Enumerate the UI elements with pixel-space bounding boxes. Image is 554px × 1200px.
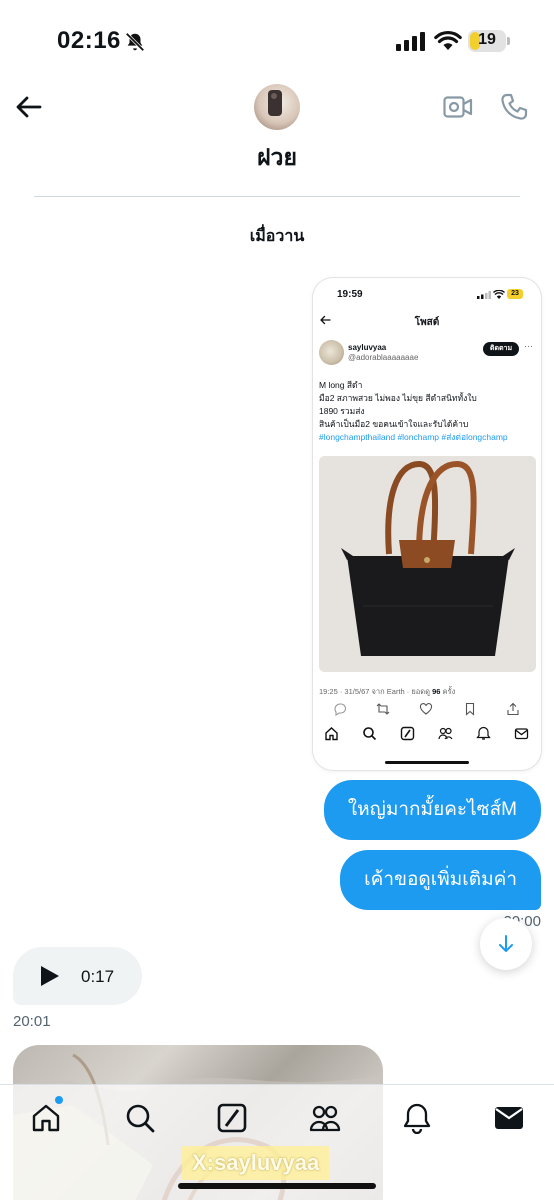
battery-indicator: 19 (468, 30, 512, 52)
post-meta-prefix: 19:25 · 31/5/67 จาก Earth · ยอดดู (319, 687, 433, 696)
status-bar: 02:16 19 (0, 0, 554, 70)
wifi-icon (493, 290, 505, 299)
home-indicator[interactable] (178, 1183, 376, 1189)
back-arrow-icon (320, 315, 331, 325)
bookmark-icon (465, 702, 475, 716)
post-actions (313, 702, 541, 718)
back-arrow-icon[interactable] (14, 92, 44, 122)
post-text-line: 1890 รวมส่ง (319, 406, 365, 416)
post-author-name: sayluvyaa (348, 343, 387, 352)
communities-icon (438, 727, 453, 740)
scroll-to-bottom-button[interactable] (480, 918, 532, 970)
signal-icon (396, 32, 425, 51)
reply-icon (334, 703, 347, 716)
share-icon (507, 702, 519, 716)
voice-duration: 0:17 (81, 967, 115, 986)
watermark-text: X:sayluvyaa (182, 1146, 330, 1180)
like-icon (419, 703, 433, 715)
post-photo-bag (319, 456, 536, 672)
post-text-line: สินค้าเป็นมือ2 ขอคนเข้าใจและรับได้ค้าบ (319, 419, 469, 429)
communities-icon[interactable] (309, 1102, 341, 1134)
screenshot-home-indicator (385, 761, 469, 764)
post-text-line: M long สีดำ (319, 380, 363, 390)
video-call-icon[interactable] (443, 93, 473, 121)
arrow-down-icon (499, 935, 513, 952)
post-text-line: มือ2 สภาพสวย ไม่พอง ไม่ขุย สีดำสนิททั้งใ… (319, 393, 477, 403)
play-icon[interactable] (40, 965, 60, 987)
contact-avatar[interactable] (254, 84, 300, 130)
post-author-handle: @adorablaaaaaaae (348, 353, 419, 362)
mail-icon[interactable] (493, 1102, 525, 1134)
screenshot-status-time: 19:59 (337, 289, 363, 300)
header-divider (34, 196, 520, 197)
image-message-screenshot[interactable]: 19:59 23 โพสต์ sayluvyaa @adorablaaaaaaa… (313, 278, 541, 770)
repost-icon (376, 703, 390, 715)
screenshot-tab-bar (313, 724, 541, 746)
message-timestamp: 20:01 (13, 1013, 51, 1030)
phone-icon[interactable] (499, 92, 529, 122)
mail-icon (514, 728, 529, 740)
post-text: M long สีดำ มือ2 สภาพสวย ไม่พอง ไม่ขุย ส… (319, 379, 535, 444)
signal-icon (477, 291, 491, 299)
home-notification-dot (55, 1096, 63, 1104)
bell-icon (476, 726, 491, 740)
grok-icon[interactable] (216, 1102, 248, 1134)
search-icon (363, 727, 377, 741)
day-separator: เมื่อวาน (249, 228, 305, 245)
bell-off-icon (125, 32, 145, 52)
post-page-title: โพสต์ (414, 317, 440, 328)
search-icon[interactable] (124, 1102, 156, 1134)
battery-level: 23 (507, 289, 523, 299)
status-time: 02:16 (57, 27, 121, 54)
more-icon: ··· (524, 341, 533, 351)
sent-message-bubble[interactable]: เค้าขอดูเพิ่มเติมค่า (340, 850, 541, 910)
sent-message-bubble[interactable]: ใหญ่มากมั้ยคะไซส์M (323, 780, 541, 840)
grok-icon (400, 726, 415, 741)
follow-button: ติดตาม (483, 342, 519, 356)
contact-name[interactable]: ฝวย (200, 140, 354, 176)
wifi-icon (434, 30, 462, 50)
post-meta: 19:25 · 31/5/67 จาก Earth · ยอดดู 96 ครั… (319, 686, 455, 698)
bell-icon[interactable] (401, 1102, 433, 1134)
post-author-avatar (319, 340, 344, 365)
battery-level: 19 (478, 31, 496, 48)
home-icon (325, 727, 338, 741)
post-hashtags: #longchampthailand #lonchamp #ส่งต่อlong… (319, 432, 508, 442)
voice-message[interactable]: 0:17 (13, 947, 142, 1005)
home-icon[interactable] (30, 1102, 62, 1134)
post-meta-suffix: ครั้ง (440, 687, 456, 696)
